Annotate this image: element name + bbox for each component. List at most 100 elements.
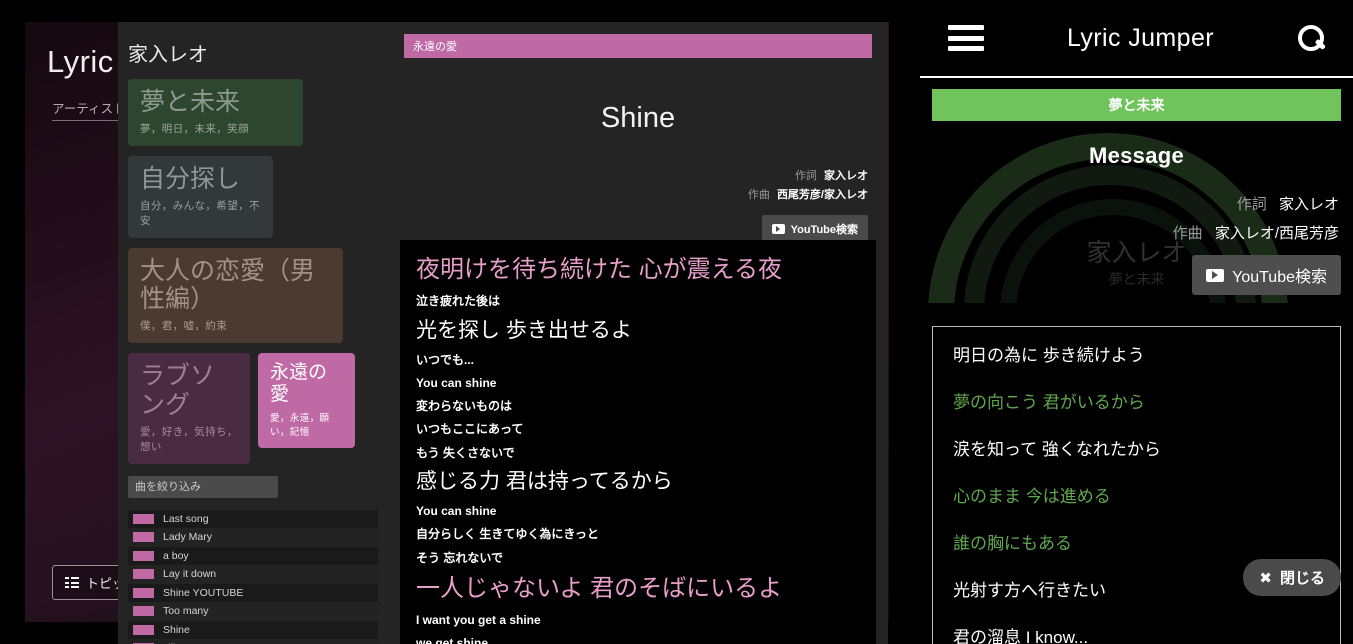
topic-card-keywords: 夢，明日，未来，笑顔 bbox=[140, 122, 249, 135]
topic-card-self-search[interactable]: 自分探し 自分，みんな，希望，不安 bbox=[128, 155, 273, 238]
lyric-line: I want you get a shine bbox=[416, 613, 541, 628]
mobile-app-title: Lyric Jumper bbox=[1067, 23, 1214, 52]
song-color-swatch bbox=[133, 624, 154, 635]
song-title-label: Shine bbox=[163, 623, 190, 636]
song-color-swatch bbox=[133, 532, 154, 543]
mobile-credits-block: 作詞 家入レオ 作曲 家入レオ/西尾芳彦 bbox=[1173, 193, 1339, 251]
lyric-line: 明日の為に 歩き続けよう bbox=[953, 346, 1145, 365]
lyric-line: 変わらないものは bbox=[416, 399, 513, 414]
song-color-swatch bbox=[133, 569, 154, 580]
topic-card-keywords: 愛，好き，気持ち，想い bbox=[140, 425, 238, 453]
lyrics-scroll-area[interactable]: 夜明けを待ち続けた 心が震える夜 泣き疲れた後は 光を探し 歩き出せるよ いつで… bbox=[400, 240, 876, 644]
song-color-swatch bbox=[133, 513, 154, 524]
topic-card-adult-love[interactable]: 大人の恋愛（男性編） 僕，君，嘘，約束 bbox=[128, 247, 343, 343]
list-item[interactable]: a boy bbox=[128, 546, 378, 565]
lyric-line: 夢の向こう 君がいるから bbox=[953, 393, 1145, 412]
lyric-line: we get shine bbox=[416, 636, 489, 644]
lyric-line: You can shine bbox=[416, 504, 497, 519]
lyric-line: 君の溜息 I know... bbox=[953, 628, 1089, 644]
lyric-line: 泣き疲れた後は bbox=[416, 294, 501, 309]
topic-badge: 永遠の愛 bbox=[404, 34, 872, 58]
lyric-line: いつでも... bbox=[416, 352, 475, 367]
credit-value: 西尾芳彦/家入レオ bbox=[776, 189, 868, 201]
song-detail-panel: 永遠の愛 Shine 作詞 家入レオ 作曲 西尾芳彦/家入レオ YouTube検… bbox=[388, 22, 888, 644]
lyric-line: 誰の胸にもある bbox=[953, 534, 1072, 553]
credit-value: 家入レオ bbox=[824, 170, 868, 182]
topic-card-title: 夢と未来 bbox=[140, 88, 241, 116]
topic-card-list: 夢と未来 夢，明日，未来，笑顔 自分探し 自分，みんな，希望，不安 大人の恋愛（… bbox=[118, 79, 388, 474]
list-item[interactable]: Last song bbox=[128, 509, 378, 528]
credit-value: 家入レオ/西尾芳彦 bbox=[1214, 225, 1339, 242]
list-icon bbox=[65, 577, 79, 588]
artist-topic-panel: 家入レオ 夢と未来 夢，明日，未来，笑顔 自分探し 自分，みんな，希望，不安 大… bbox=[118, 22, 388, 644]
youtube-search-button[interactable]: YouTube検索 bbox=[761, 215, 868, 243]
credit-value: 家入レオ bbox=[1278, 196, 1339, 213]
song-color-swatch bbox=[133, 606, 154, 617]
topic-card-title: 大人の恋愛（男性編） bbox=[140, 256, 316, 314]
app-screenshot: Lyric Jumper アーティスト検索 トピック別 家入レオ 夢と未来 夢，… bbox=[0, 0, 1353, 644]
lyric-line: 光を探し 歩き出せるよ bbox=[416, 318, 632, 342]
message-heading: Message bbox=[1088, 143, 1185, 168]
youtube-icon bbox=[1206, 268, 1225, 282]
topic-card-eternal-love[interactable]: 永遠の愛 愛，永遠，願い，記憶 bbox=[258, 353, 355, 448]
song-title-label: a boy bbox=[163, 549, 189, 562]
song-title-label: Too many bbox=[163, 605, 209, 618]
mobile-lyrics-area[interactable]: 明日の為に 歩き続けよう 夢の向こう 君がいるから 涙を知って 強くなれたから … bbox=[932, 326, 1341, 644]
credit-lyricist: 作詞 家入レオ bbox=[388, 167, 868, 183]
list-item[interactable]: Lay it down bbox=[128, 565, 378, 584]
credit-label: 作曲 bbox=[747, 189, 770, 201]
youtube-search-label: YouTube検索 bbox=[790, 224, 858, 236]
lyric-line: 涙を知って 強くなれたから bbox=[953, 440, 1161, 459]
topic-card-love-song[interactable]: ラブソング 愛，好き，気持ち，想い bbox=[128, 353, 250, 464]
credit-label: 作詞 bbox=[1236, 196, 1267, 213]
song-title-label: Last song bbox=[163, 512, 209, 525]
hamburger-icon[interactable] bbox=[948, 25, 984, 51]
song-color-swatch bbox=[133, 550, 154, 561]
lyric-line: You can shine bbox=[416, 376, 497, 391]
youtube-search-label: YouTube検索 bbox=[1232, 269, 1327, 286]
close-button[interactable]: ✖ 閉じる bbox=[1243, 559, 1341, 596]
credit-composer: 作曲 家入レオ/西尾芳彦 bbox=[1173, 222, 1339, 243]
youtube-icon bbox=[771, 224, 785, 234]
list-item[interactable]: silly bbox=[128, 639, 378, 644]
lyric-line: 夜明けを待ち続けた 心が震える夜 bbox=[416, 256, 782, 283]
song-title-label: Lady Mary bbox=[163, 531, 213, 544]
list-item[interactable]: Shine YOUTUBE bbox=[128, 583, 378, 602]
credit-label: 作曲 bbox=[1172, 225, 1203, 242]
list-item[interactable]: Lady Mary bbox=[128, 528, 378, 547]
topic-card-keywords: 愛，永遠，願い，記憶 bbox=[270, 412, 330, 438]
mobile-youtube-search-button[interactable]: YouTube検索 bbox=[1192, 255, 1341, 295]
topic-card-dream-future[interactable]: 夢と未来 夢，明日，未来，笑顔 bbox=[128, 79, 303, 146]
topic-card-keywords: 自分，みんな，希望，不安 bbox=[140, 199, 260, 227]
song-list: Last song Lady Mary a boy Lay it down Sh… bbox=[128, 509, 378, 644]
list-item[interactable]: Shine bbox=[128, 620, 378, 639]
lyric-line: 一人じゃないよ 君のそばにいるよ bbox=[416, 574, 783, 602]
topic-card-title: ラブソング bbox=[140, 362, 216, 419]
credits-block: 作詞 家入レオ 作曲 西尾芳彦/家入レオ bbox=[388, 167, 888, 202]
list-item[interactable]: Too many bbox=[128, 602, 378, 621]
close-icon: ✖ bbox=[1259, 569, 1272, 587]
mobile-preview: Lyric Jumper 夢と未来 家入レオ 夢と未来 Message 作詞 家… bbox=[920, 0, 1353, 644]
lyric-line: もう 失くさないで bbox=[416, 445, 515, 460]
lyric-line: いつもここにあって bbox=[416, 422, 524, 437]
topic-card-title: 自分探し bbox=[140, 164, 241, 193]
credit-composer: 作曲 西尾芳彦/家入レオ bbox=[388, 186, 868, 202]
credit-lyricist: 作詞 家入レオ bbox=[1173, 193, 1339, 214]
song-title-label: Lay it down bbox=[163, 568, 217, 581]
artist-name: 家入レオ bbox=[128, 44, 208, 66]
close-button-label: 閉じる bbox=[1279, 570, 1325, 587]
mobile-header: Lyric Jumper bbox=[920, 0, 1353, 78]
search-icon[interactable] bbox=[1297, 24, 1325, 52]
topic-card-keywords: 僕，君，嘘，約束 bbox=[140, 320, 228, 332]
lyric-line: そう 忘れないで bbox=[416, 550, 503, 565]
credit-label: 作詞 bbox=[794, 170, 817, 182]
lyric-line: 自分らしく 生きてゆく為にきっと bbox=[416, 527, 599, 542]
topic-card-row: ラブソング 愛，好き，気持ち，想い 永遠の愛 愛，永遠，願い，記憶 bbox=[128, 353, 378, 474]
topic-card-title: 永遠の愛 bbox=[270, 362, 328, 405]
page-title: Shine bbox=[600, 102, 676, 134]
mobile-topic-badge[interactable]: 夢と未来 bbox=[932, 89, 1341, 121]
lyric-line: 心のまま 今は進める bbox=[953, 487, 1111, 506]
song-filter-input[interactable] bbox=[128, 475, 278, 498]
song-color-swatch bbox=[133, 587, 154, 598]
song-title-label: Shine YOUTUBE bbox=[163, 586, 244, 599]
